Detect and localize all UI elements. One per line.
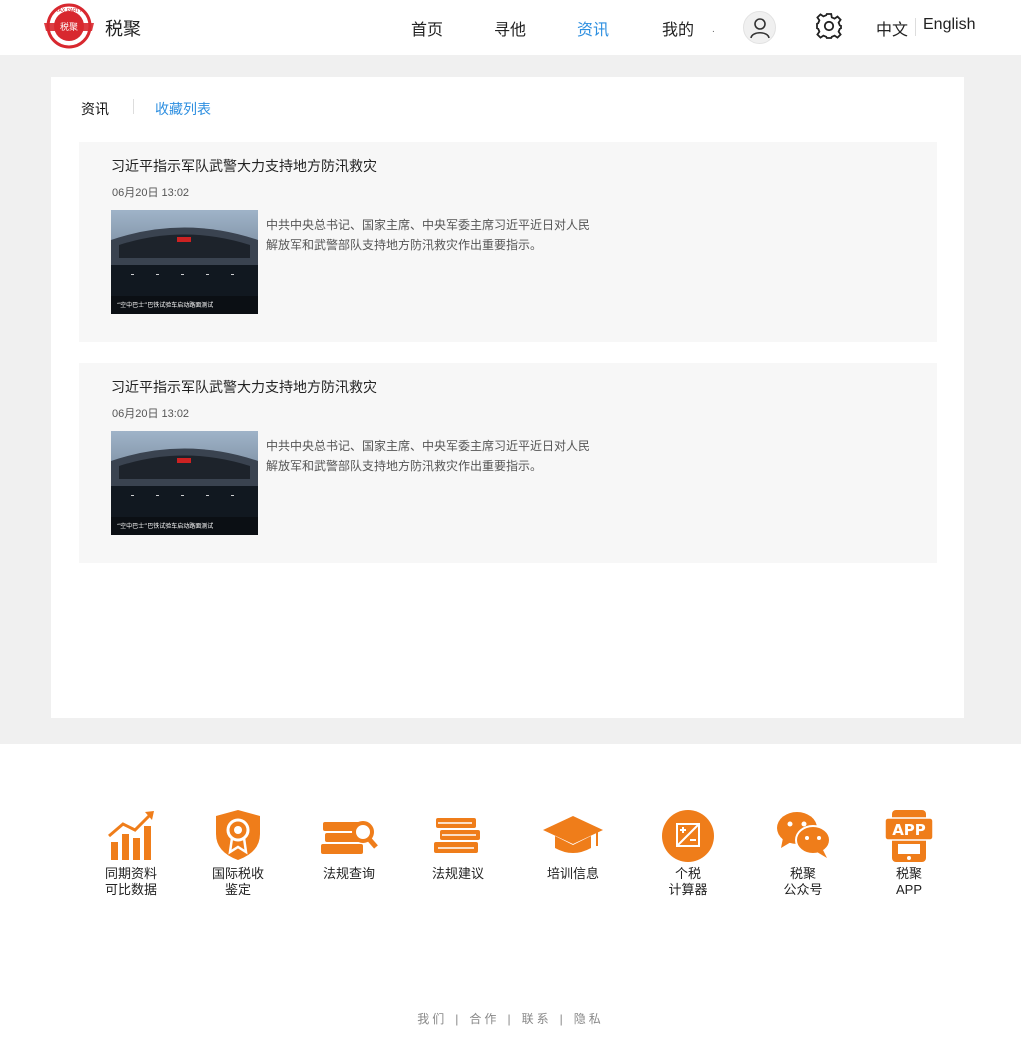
footer-item-training[interactable]: 培训信息	[528, 808, 618, 882]
bar-chart-icon	[108, 811, 154, 860]
app-icon: APP	[884, 810, 934, 862]
footer-item-label: 法规查询	[322, 866, 375, 881]
calculator-icon	[662, 810, 714, 862]
svg-text:税聚: 税聚	[60, 21, 78, 33]
lang-english[interactable]: English	[923, 16, 975, 34]
link-separator: |	[455, 1012, 462, 1026]
books-icon	[434, 818, 480, 853]
footer-item-regulation-advice[interactable]: 法规建议	[413, 808, 503, 882]
news-thumbnail[interactable]: “空中巴士”巴铁试验车启动路面测试	[111, 431, 258, 535]
news-title[interactable]: 习近平指示军队武警大力支持地方防汛救灾	[111, 156, 377, 176]
app-badge-text: APP	[892, 821, 926, 839]
bus-photo: “空中巴士”巴铁试验车启动路面测试	[111, 210, 258, 314]
footer-item-international-tax[interactable]: 国际税收 鉴定	[193, 808, 283, 898]
settings-gear-icon[interactable]	[814, 11, 844, 41]
tab-news[interactable]: 资讯	[81, 99, 109, 119]
top-header: 税聚 TAX PARTY 税聚 首页 寻他 资讯 我的 . 中文 English	[0, 0, 1021, 55]
footer-link-privacy[interactable]: 隐私	[574, 1012, 604, 1026]
footer: 同期资料 可比数据 国际税收 鉴定 法规查询 法规建议 培训信息 个税 计算器 …	[0, 744, 1021, 1039]
nav-mine[interactable]: 我的	[662, 16, 694, 40]
news-summary: 中共中央总书记、国家主席、中央军委主席习近平近日对人民解放军和武警部队支持地方防…	[266, 439, 591, 473]
badge-shield-icon	[216, 810, 260, 860]
user-avatar[interactable]	[743, 11, 776, 44]
link-separator: |	[507, 1012, 514, 1026]
footer-item-label: 税聚 公众号	[783, 866, 823, 897]
footer-item-label: 法规建议	[431, 866, 484, 881]
separator-dot: .	[712, 24, 715, 35]
footer-item-period-data[interactable]: 同期资料 可比数据	[86, 808, 176, 898]
news-summary: 中共中央总书记、国家主席、中央军委主席习近平近日对人民解放军和武警部队支持地方防…	[266, 218, 591, 252]
tax-party-logo-icon[interactable]: 税聚 TAX PARTY	[42, 3, 96, 49]
nav-home[interactable]: 首页	[411, 16, 443, 40]
graduation-cap-icon	[543, 816, 603, 853]
footer-item-wechat[interactable]: 税聚 公众号	[758, 808, 848, 898]
footer-link-cooperation[interactable]: 合作	[469, 1012, 499, 1026]
brand-name: 税聚	[105, 19, 141, 39]
footer-link-about[interactable]: 我们	[417, 1012, 447, 1026]
footer-item-regulation-search[interactable]: 法规查询	[304, 808, 394, 882]
news-item[interactable]: 习近平指示军队武警大力支持地方防汛救灾 06月20日 13:02 “空中巴士”巴…	[79, 142, 937, 342]
link-separator: |	[559, 1012, 566, 1026]
book-search-icon	[321, 821, 378, 854]
news-time: 06月20日 13:02	[112, 187, 190, 199]
svg-text:TAX PARTY: TAX PARTY	[55, 8, 83, 14]
news-thumbnail[interactable]: “空中巴士”巴铁试验车启动路面测试	[111, 210, 258, 314]
footer-item-label: 培训信息	[546, 866, 599, 881]
footer-item-app[interactable]: APP 税聚 APP	[864, 808, 954, 898]
tab-favorites[interactable]: 收藏列表	[155, 99, 211, 119]
footer-item-label: 同期资料 可比数据	[104, 866, 157, 897]
image-caption: “空中巴士”巴铁试验车启动路面测试	[117, 301, 213, 309]
lang-divider	[915, 18, 916, 36]
bus-photo: “空中巴士”巴铁试验车启动路面测试	[111, 431, 258, 535]
footer-item-label: 个税 计算器	[668, 866, 708, 897]
news-item[interactable]: 习近平指示军队武警大力支持地方防汛救灾 06月20日 13:02 “空中巴士”巴…	[79, 363, 937, 563]
nav-find[interactable]: 寻他	[494, 16, 526, 40]
footer-item-label: 国际税收 鉴定	[211, 866, 264, 897]
footer-item-tax-calculator[interactable]: 个税 计算器	[643, 808, 733, 898]
lang-chinese[interactable]: 中文	[876, 16, 908, 40]
nav-news[interactable]: 资讯	[577, 16, 609, 40]
footer-item-label: 税聚 APP	[895, 866, 922, 897]
tab-divider	[133, 99, 134, 114]
footer-links: 我们 | 合作 | 联系 | 隐私	[0, 1010, 1021, 1027]
wechat-icon	[777, 812, 831, 858]
news-card: 资讯 收藏列表 习近平指示军队武警大力支持地方防汛救灾 06月20日 13:02	[51, 77, 964, 718]
image-caption: “空中巴士”巴铁试验车启动路面测试	[117, 522, 213, 530]
news-time: 06月20日 13:02	[112, 408, 190, 420]
footer-link-contact[interactable]: 联系	[522, 1012, 552, 1026]
news-title[interactable]: 习近平指示军队武警大力支持地方防汛救灾	[111, 377, 377, 397]
user-icon	[749, 17, 770, 38]
